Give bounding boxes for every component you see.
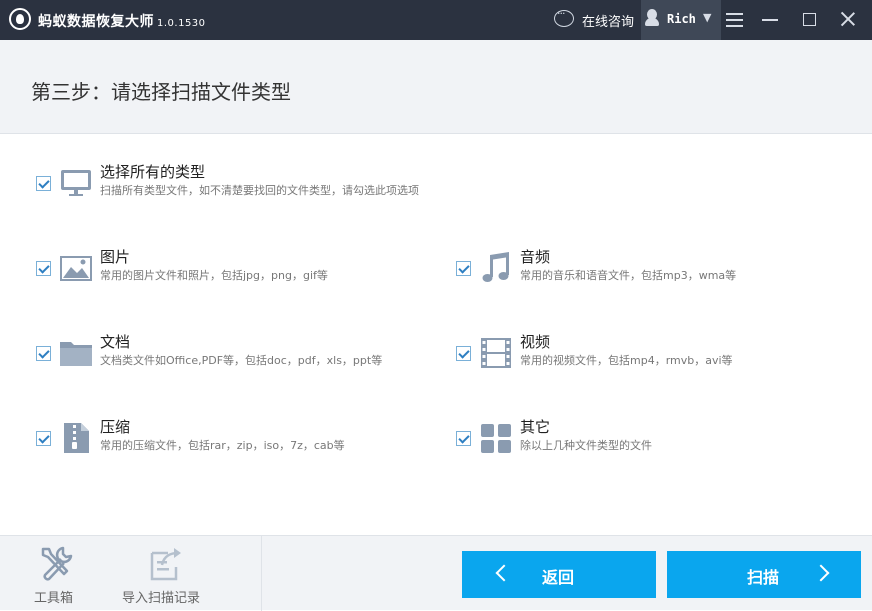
back-button[interactable]: 返回	[462, 551, 656, 598]
ant-logo-icon	[9, 8, 31, 30]
maximize-icon[interactable]	[803, 13, 816, 26]
toolbox-label: 工具箱	[34, 591, 74, 606]
picture-desc: 常用的图片文件和照片，包括jpg，png，gif等	[100, 269, 328, 282]
folder-icon	[60, 342, 92, 366]
chevron-left-icon	[495, 564, 513, 582]
import-icon	[150, 548, 181, 581]
type-option-picture[interactable]: 图片 常用的图片文件和照片，包括jpg，png，gif等	[36, 248, 436, 291]
picture-checkbox[interactable]	[36, 261, 51, 276]
audio-checkbox[interactable]	[456, 261, 471, 276]
archive-checkbox[interactable]	[36, 431, 51, 446]
close-icon[interactable]	[840, 11, 856, 27]
import-scan-record-label: 导入扫描记录	[122, 591, 201, 606]
import-scan-record-button[interactable]: 导入扫描记录	[122, 536, 212, 611]
page-title: 第三步：请选择扫描文件类型	[31, 80, 291, 104]
other-desc: 除以上几种文件类型的文件	[520, 439, 652, 452]
other-label: 其它	[520, 418, 551, 436]
footer-divider	[261, 536, 262, 611]
video-checkbox[interactable]	[456, 346, 471, 361]
user-name: Rich	[667, 12, 696, 26]
type-option-video[interactable]: 视频 常用的视频文件，包括mp4，rmvb，avi等	[456, 333, 856, 376]
document-checkbox[interactable]	[36, 346, 51, 361]
music-icon	[482, 252, 509, 282]
grid-icon	[481, 424, 511, 453]
title-bar: 蚂蚁数据恢复大师1.0.1530 在线咨询 Rich ▼	[0, 0, 872, 40]
archive-label: 压缩	[100, 418, 131, 436]
type-option-other[interactable]: 其它 除以上几种文件类型的文件	[456, 418, 856, 461]
step-header: 第三步：请选择扫描文件类型	[0, 40, 872, 134]
app-version: 1.0.1530	[157, 18, 206, 29]
footer-bar: 工具箱 导入扫描记录 返回 扫描	[0, 535, 872, 611]
image-icon	[60, 256, 92, 281]
audio-label: 音频	[520, 248, 551, 266]
caret-down-icon: ▼	[703, 11, 712, 24]
type-option-audio[interactable]: 音频 常用的音乐和语音文件，包括mp3，wma等	[456, 248, 856, 291]
user-avatar-icon	[645, 9, 659, 26]
audio-desc: 常用的音乐和语音文件，包括mp3，wma等	[520, 269, 737, 282]
chat-icon[interactable]	[554, 7, 574, 27]
hamburger-menu-icon[interactable]	[726, 13, 743, 27]
online-consult-link[interactable]: 在线咨询	[582, 11, 634, 30]
document-desc: 文档类文件如Office,PDF等，包括doc，pdf，xls，ppt等	[100, 354, 383, 367]
scan-button[interactable]: 扫描	[667, 551, 861, 598]
type-option-archive[interactable]: 压缩 常用的压缩文件，包括rar，zip，iso，7z，cab等	[36, 418, 436, 461]
other-checkbox[interactable]	[456, 431, 471, 446]
picture-label: 图片	[100, 248, 131, 266]
archive-desc: 常用的压缩文件，包括rar，zip，iso，7z，cab等	[100, 439, 345, 452]
select-all-checkbox[interactable]	[36, 176, 51, 191]
chevron-right-icon	[812, 564, 830, 582]
select-all-option[interactable]: 选择所有的类型 扫描所有类型文件，如不清楚要找回的文件类型，请勾选此项选项	[36, 163, 536, 206]
tools-icon	[41, 546, 73, 581]
select-all-label: 选择所有的类型	[100, 163, 206, 181]
video-desc: 常用的视频文件，包括mp4，rmvb，avi等	[520, 354, 733, 367]
scan-button-label: 扫描	[747, 568, 780, 587]
app-title: 蚂蚁数据恢复大师 1.0.1530	[38, 14, 206, 30]
video-label: 视频	[520, 333, 551, 351]
film-icon	[481, 338, 511, 368]
zip-icon	[64, 423, 89, 453]
document-label: 文档	[100, 333, 131, 351]
type-option-document[interactable]: 文档 文档类文件如Office,PDF等，包括doc，pdf，xls，ppt等	[36, 333, 436, 376]
toolbox-button[interactable]: 工具箱	[30, 536, 82, 611]
select-all-desc: 扫描所有类型文件，如不清楚要找回的文件类型，请勾选此项选项	[100, 184, 419, 197]
user-menu[interactable]: Rich ▼	[641, 0, 721, 40]
back-button-label: 返回	[542, 568, 575, 587]
monitor-icon	[61, 170, 91, 196]
minimize-icon[interactable]	[762, 19, 778, 21]
